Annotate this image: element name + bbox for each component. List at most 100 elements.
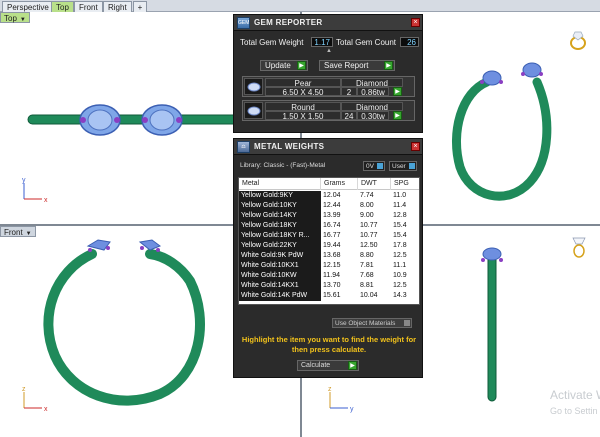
table-row[interactable]: White Gold:14KX1 13.70 8.81 12.5: [239, 281, 419, 291]
table-row[interactable]: White Gold:9K PdW 13.68 8.80 12.5: [239, 251, 419, 261]
grams-cell: 13.70: [323, 282, 341, 289]
axis-z-label: z: [22, 386, 26, 393]
selector-icon: [409, 163, 415, 169]
table-row[interactable]: White Gold:10KX1 12.15 7.81 11.1: [239, 261, 419, 271]
save-report-button-label: Save Report: [324, 61, 369, 70]
metal-name-cell: Yellow Gold:9KY: [239, 191, 321, 201]
instruction-text: Highlight the item you want to find the …: [241, 335, 417, 354]
grams-cell: 16.77: [323, 232, 341, 239]
metal-name-cell: White Gold:10KW: [239, 271, 321, 281]
gem-reporter-icon: GEM: [237, 17, 250, 29]
gold-ring-icon[interactable]: [566, 26, 592, 52]
table-row[interactable]: Yellow Gold:22KY 19.44 12.50 17.8: [239, 241, 419, 251]
diamond-ring-icon[interactable]: [568, 234, 590, 260]
spg-cell: 12.5: [393, 252, 407, 259]
column-header-dwt[interactable]: DWT: [358, 178, 391, 190]
update-button[interactable]: Update ▶: [260, 60, 308, 71]
metal-name-cell: White Gold:9K PdW: [239, 251, 321, 261]
grams-cell: 11.94: [323, 272, 340, 279]
metal-name-cell: Yellow Gold:10KY: [239, 201, 321, 211]
close-icon[interactable]: ×: [411, 142, 420, 151]
metal-weights-titlebar[interactable]: ⚖ METAL WEIGHTS ×: [234, 139, 422, 155]
total-gem-weight-value: 1.17: [311, 37, 333, 47]
use-object-materials-toggle[interactable]: Use Object Materials: [332, 318, 412, 328]
grams-cell: 13.99: [323, 212, 341, 219]
gem-size-cell: 1.50 X 1.50: [265, 111, 341, 121]
dwt-cell: 10.77: [360, 222, 378, 229]
tab-front[interactable]: Front: [74, 1, 103, 12]
metal-name-cell: White Gold:10KX1: [239, 261, 321, 271]
column-header-spg[interactable]: SPG: [391, 178, 419, 190]
scale-icon: ⚖: [237, 141, 250, 153]
dwt-cell: 12.50: [360, 242, 378, 249]
axis-y-label: y: [22, 177, 26, 184]
play-icon[interactable]: ▶: [393, 87, 402, 96]
axis-y-label: y: [350, 406, 354, 413]
column-header-metal[interactable]: Metal: [239, 178, 321, 190]
play-icon: ▶: [384, 61, 393, 70]
play-icon: ▶: [348, 361, 357, 370]
gem-row-round[interactable]: Round Diamond 1.50 X 1.50 24 0.30tw ▶: [242, 100, 415, 121]
spg-cell: 15.4: [393, 222, 407, 229]
close-icon[interactable]: ×: [411, 18, 420, 27]
metal-name-cell: Yellow Gold:18KY: [239, 221, 321, 231]
gem-weight-cell: 0.30tw: [357, 111, 389, 121]
spg-cell: 11.1: [393, 262, 407, 269]
gem-count-cell: 2: [341, 87, 357, 97]
spg-cell: 11.4: [393, 202, 407, 209]
volume-selector[interactable]: 0V: [363, 161, 385, 171]
table-row[interactable]: Yellow Gold:10KY 12.44 8.00 11.4: [239, 201, 419, 211]
activate-windows-watermark: Activate Wi: [550, 388, 600, 402]
spg-cell: 10.9: [393, 272, 407, 279]
expand-arrow-icon[interactable]: ▲: [326, 48, 332, 54]
spg-cell: 17.8: [393, 242, 407, 249]
spg-cell: 14.3: [393, 292, 407, 299]
play-icon: ▶: [297, 61, 306, 70]
gem-row-pear[interactable]: Pear Diamond 6.50 X 4.50 2 0.86tw ▶: [242, 76, 415, 97]
tab-right[interactable]: Right: [103, 1, 132, 12]
dwt-cell: 8.80: [360, 252, 374, 259]
dwt-cell: 8.81: [360, 282, 374, 289]
total-gem-count-value: 26: [400, 37, 419, 47]
table-row[interactable]: White Gold:10KW 11.94 7.68 10.9: [239, 271, 419, 281]
calculate-button-label: Calculate: [301, 362, 331, 369]
table-row[interactable]: Yellow Gold:18KY R... 16.77 10.77 15.4: [239, 231, 419, 241]
metal-name-cell: White Gold:14K PdW: [239, 291, 321, 301]
user-selector[interactable]: User: [389, 161, 417, 171]
add-viewport-tab-icon[interactable]: +: [133, 1, 147, 12]
axis-yz-icon: z y: [328, 386, 354, 413]
dwt-cell: 8.00: [360, 202, 374, 209]
use-object-materials-label: Use Object Materials: [335, 320, 396, 327]
tab-top[interactable]: Top: [51, 1, 74, 12]
dwt-cell: 7.74: [360, 192, 374, 199]
gem-reporter-panel: GEM GEM REPORTER × Total Gem Weight 1.17…: [233, 14, 423, 133]
metal-weights-table[interactable]: Metal Grams DWT SPG Yellow Gold:9KY 12.04…: [238, 177, 420, 305]
gem-reporter-titlebar[interactable]: GEM GEM REPORTER ×: [234, 15, 422, 31]
calculate-button[interactable]: Calculate ▶: [297, 360, 359, 371]
grams-cell: 12.15: [323, 262, 341, 269]
axis-x-label: x: [44, 197, 48, 204]
column-header-grams[interactable]: Grams: [321, 178, 358, 190]
grams-cell: 12.44: [323, 202, 341, 209]
gem-shape-cell: Pear: [265, 78, 341, 88]
round-gem-icon: [244, 102, 263, 119]
volume-selector-label: 0V: [366, 163, 374, 170]
table-header: Metal Grams DWT SPG: [239, 178, 419, 190]
dwt-cell: 7.81: [360, 262, 374, 269]
tab-perspective[interactable]: Perspective: [2, 1, 54, 12]
metal-name-cell: White Gold:14KX1: [239, 281, 321, 291]
table-row[interactable]: Yellow Gold:14KY 13.99 9.00 12.8: [239, 211, 419, 221]
table-row[interactable]: Yellow Gold:18KY 16.74 10.77 15.4: [239, 221, 419, 231]
spg-cell: 12.8: [393, 212, 407, 219]
gem-size-cell: 6.50 X 4.50: [265, 87, 341, 97]
grams-cell: 19.44: [323, 242, 341, 249]
update-button-label: Update: [265, 61, 291, 70]
table-row[interactable]: White Gold:14K PdW 15.61 10.04 14.3: [239, 291, 419, 301]
play-icon[interactable]: ▶: [393, 111, 402, 120]
dwt-cell: 7.68: [360, 272, 374, 279]
table-row[interactable]: Yellow Gold:9KY 12.04 7.74 11.0: [239, 191, 419, 201]
viewport-tab-bar: Perspective Top Front Right +: [0, 0, 600, 12]
pear-gem-icon: [244, 78, 263, 95]
gem-type-cell: Diamond: [341, 102, 403, 112]
save-report-button[interactable]: Save Report ▶: [319, 60, 395, 71]
